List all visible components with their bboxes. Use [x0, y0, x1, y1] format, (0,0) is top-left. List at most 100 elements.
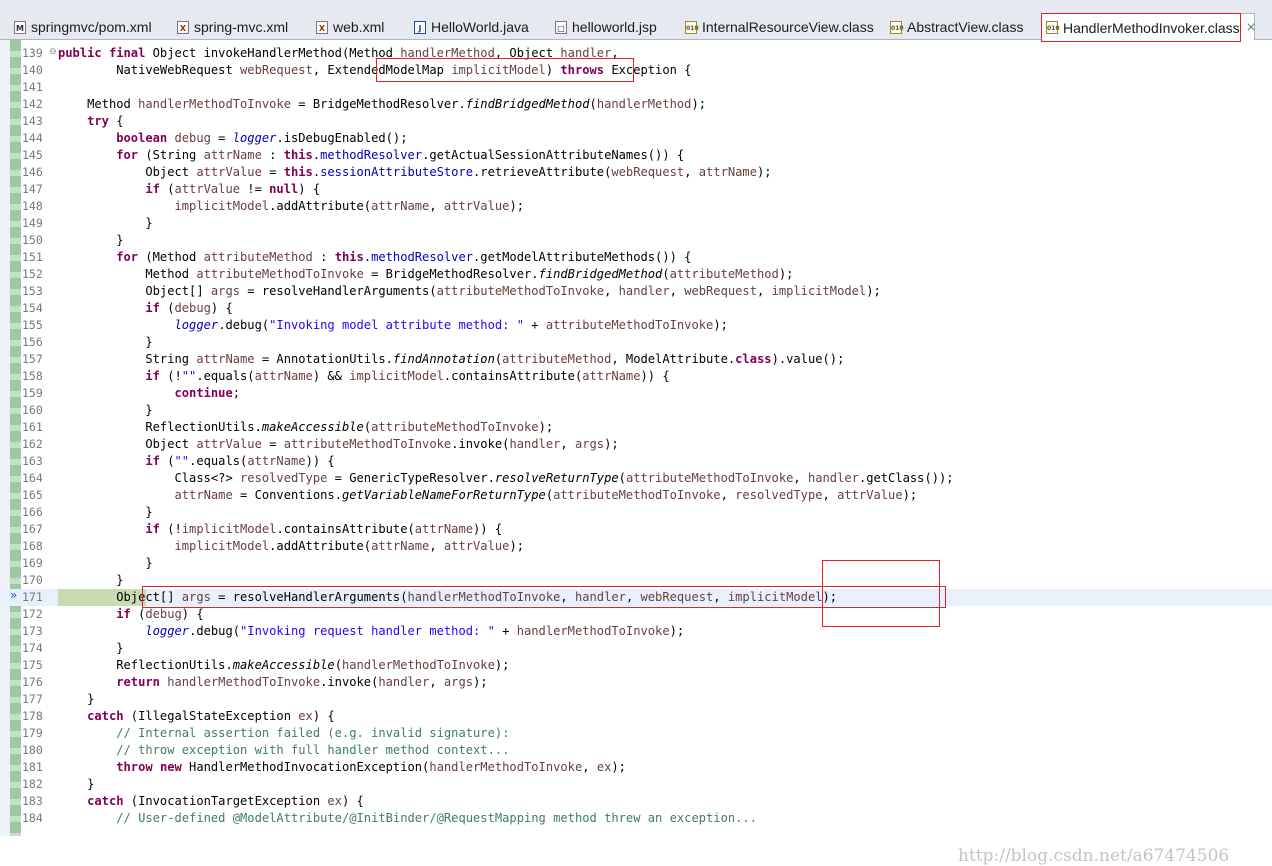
watermark: http://blog.csdn.net/a67474506: [958, 846, 1230, 866]
tab-helloworld-java[interactable]: J HelloWorld.java: [414, 16, 529, 38]
code-line[interactable]: 146 Object attrValue = this.sessionAttri…: [0, 164, 1272, 181]
line-number: 144: [22, 131, 43, 145]
code-line[interactable]: 174 }: [0, 640, 1272, 657]
code-line[interactable]: 139 ⊖ public final Object invokeHandlerMet…: [0, 45, 1272, 62]
code-line[interactable]: 179 // Internal assertion failed (e.g. i…: [0, 725, 1272, 742]
code-text: Object attrValue = attributeMethodToInvo…: [58, 436, 618, 453]
code-line[interactable]: 178 catch (IllegalStateException ex) {: [0, 708, 1272, 725]
code-token: if: [145, 182, 160, 196]
xml-file-icon: X: [177, 20, 189, 34]
line-number: 173: [22, 624, 43, 638]
line-number: 152: [22, 267, 43, 281]
code-token: attributeMethodToInvoke: [283, 437, 452, 451]
code-line[interactable]: 155 logger.debug("Invoking model attribu…: [0, 317, 1272, 334]
code-line[interactable]: 159 continue;: [0, 385, 1272, 402]
code-token: attrName: [254, 369, 313, 383]
code-line[interactable]: 143 try {: [0, 113, 1272, 130]
code-editor[interactable]: 139 ⊖ public final Object invokeHandlerMet…: [0, 13, 1272, 866]
code-line[interactable]: 150 }: [0, 232, 1272, 249]
code-line[interactable]: 147 if (attrValue != null) {: [0, 181, 1272, 198]
tab-helloworld-jsp[interactable]: □ helloworld.jsp: [555, 16, 657, 38]
code-token: // throw exception with full handler met…: [116, 743, 510, 757]
code-line[interactable]: 153 Object[] args = resolveHandlerArgume…: [0, 283, 1272, 300]
code-token: handler: [509, 437, 561, 451]
code-line[interactable]: 163 if ("".equals(attrName)) {: [0, 453, 1272, 470]
code-token: attrName: [174, 488, 233, 502]
tab-spring-mvc-xml[interactable]: X spring-mvc.xml: [177, 16, 288, 38]
java-file-icon: J: [414, 20, 426, 34]
code-line[interactable]: 181 throw new HandlerMethodInvocationExc…: [0, 759, 1272, 776]
xml-file-icon: X: [316, 20, 328, 34]
code-line[interactable]: 177 }: [0, 691, 1272, 708]
code-token: Method: [58, 267, 197, 281]
code-line[interactable]: 141: [0, 79, 1272, 96]
code-text: }: [58, 334, 153, 351]
code-token: (: [334, 658, 342, 672]
code-line[interactable]: 162 Object attrValue = attributeMethodTo…: [0, 436, 1272, 453]
code-token: this: [283, 148, 313, 162]
code-line[interactable]: 157 String attrName = AnnotationUtils.fi…: [0, 351, 1272, 368]
close-tab-icon[interactable]: ⨯: [1246, 20, 1257, 35]
code-token: }: [58, 335, 153, 349]
code-line[interactable]: 167 if (!implicitModel.containsAttribute…: [0, 521, 1272, 538]
code-line[interactable]: 172 if (debug) {: [0, 606, 1272, 623]
tab-label: HelloWorld.java: [431, 19, 529, 35]
code-line[interactable]: 168 implicitModel.addAttribute(attrName,…: [0, 538, 1272, 555]
line-number: 168: [22, 539, 43, 553]
code-token: +: [494, 624, 517, 638]
code-line[interactable]: 175 ReflectionUtils.makeAccessible(handl…: [0, 657, 1272, 674]
code-line[interactable]: 145 for (String attrName : this.methodRe…: [0, 147, 1272, 164]
line-number: 159: [22, 386, 43, 400]
code-line[interactable]: 183 catch (InvocationTargetException ex)…: [0, 793, 1272, 810]
code-text: }: [58, 572, 123, 589]
tab-abstract-view-class[interactable]: 010 AbstractView.class: [890, 16, 1023, 38]
tab-pom-xml[interactable]: M springmvc/pom.xml: [14, 16, 152, 38]
code-token: for: [116, 250, 139, 264]
code-line[interactable]: 156 }: [0, 334, 1272, 351]
tab-web-xml[interactable]: X web.xml: [316, 16, 384, 38]
code-line[interactable]: 158 if (!"".equals(attrName) && implicit…: [0, 368, 1272, 385]
code-line[interactable]: 154 if (debug) {: [0, 300, 1272, 317]
code-token: "Invoking model attribute method: ": [269, 318, 524, 332]
code-line[interactable]: 182 }: [0, 776, 1272, 793]
code-line[interactable]: 176 return handlerMethodToInvoke.invoke(…: [0, 674, 1272, 691]
code-token: handler: [378, 675, 430, 689]
code-token: logger: [174, 318, 219, 332]
code-token: webRequest: [611, 165, 685, 179]
code-line[interactable]: 165 attrName = Conventions.getVariableNa…: [0, 487, 1272, 504]
code-token: }: [58, 403, 153, 417]
code-token: .invoke(: [451, 437, 510, 451]
code-token: }: [58, 233, 124, 247]
code-line[interactable]: 160 }: [0, 402, 1272, 419]
tab-internal-resource-view-class[interactable]: 010 InternalResourceView.class: [685, 16, 874, 38]
code-line[interactable]: 140 NativeWebRequest webRequest, Extende…: [0, 62, 1272, 79]
code-text: }: [58, 215, 152, 232]
code-token: continue: [174, 386, 233, 400]
code-line[interactable]: 142 Method handlerMethodToInvoke = Bridg…: [0, 96, 1272, 113]
code-line[interactable]: 166 }: [0, 504, 1272, 521]
code-token: attributeMethodToInvoke: [436, 284, 605, 298]
code-line[interactable]: 149 }: [0, 215, 1272, 232]
code-line[interactable]: 144 boolean debug = logger.isDebugEnable…: [0, 130, 1272, 147]
code-token: attrValue: [443, 199, 510, 213]
line-number: 158: [22, 369, 43, 383]
line-number: 149: [22, 216, 43, 230]
code-line[interactable]: 184 // User-defined @ModelAttribute/@Ini…: [0, 810, 1272, 827]
code-token: implicitModel: [174, 539, 270, 553]
code-token: throw: [116, 760, 153, 774]
code-line[interactable]: 169 }: [0, 555, 1272, 572]
code-line[interactable]: 151 for (Method attributeMethod : this.m…: [0, 249, 1272, 266]
code-line[interactable]: 152 Method attributeMethodToInvoke = Bri…: [0, 266, 1272, 283]
fold-toggle-icon[interactable]: ⊖: [49, 47, 57, 57]
code-line[interactable]: 180 // throw exception with full handler…: [0, 742, 1272, 759]
code-line[interactable]: 173 logger.debug("Invoking request handl…: [0, 623, 1272, 640]
code-line[interactable]: 164 Class<?> resolvedType = GenericTypeR…: [0, 470, 1272, 487]
code-text: continue;: [58, 385, 241, 402]
code-token: (: [159, 301, 175, 315]
code-line[interactable]: 161 ReflectionUtils.makeAccessible(attri…: [0, 419, 1272, 436]
code-line[interactable]: 148 implicitModel.addAttribute(attrName,…: [0, 198, 1272, 215]
